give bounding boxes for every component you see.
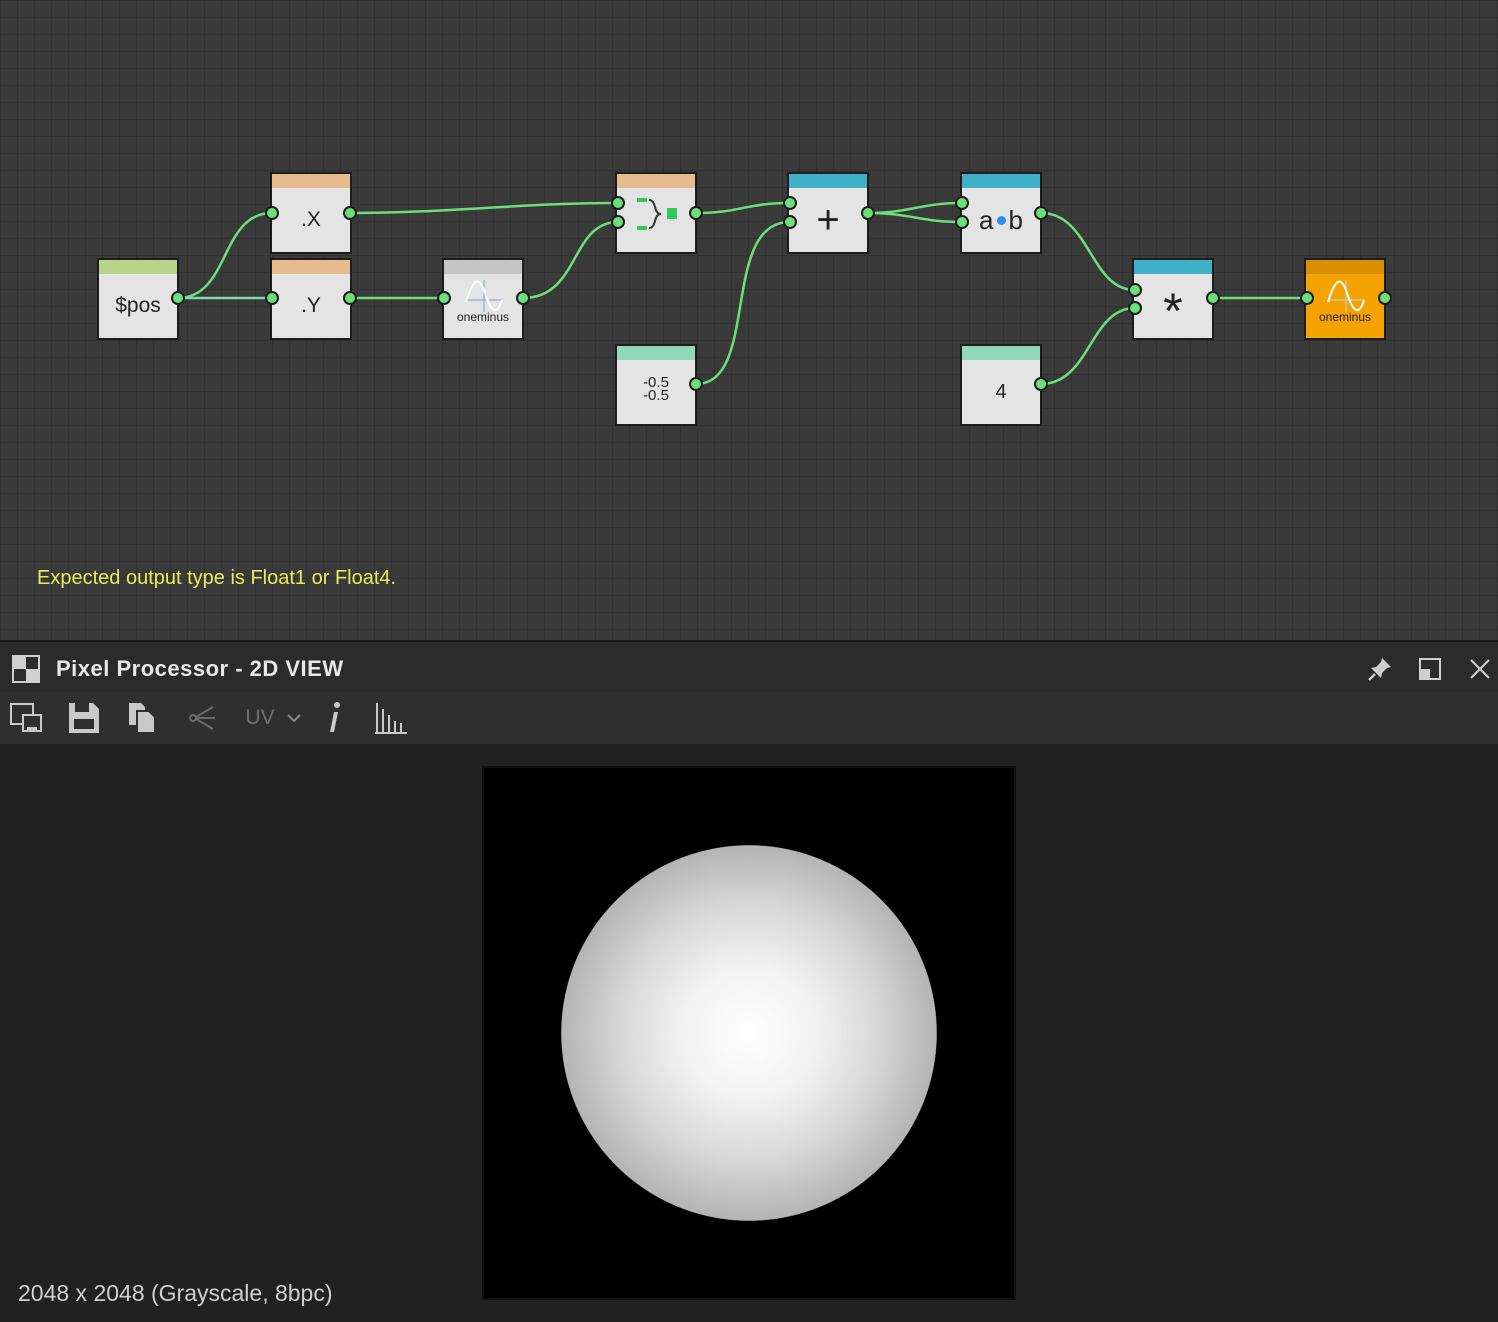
node-constant-vector[interactable]: -0.5 -0.5 bbox=[615, 344, 697, 426]
uv-label: UV bbox=[245, 706, 275, 729]
wire-oneminus-vector bbox=[522, 220, 619, 300]
port-y-in[interactable] bbox=[265, 291, 279, 305]
share-button[interactable] bbox=[184, 700, 220, 736]
preview-image[interactable] bbox=[482, 766, 1016, 1300]
port-add-out[interactable] bbox=[861, 206, 875, 220]
wire-pos-x bbox=[177, 211, 273, 300]
port-vector-in-2[interactable] bbox=[611, 215, 625, 229]
node-swizzle-x[interactable]: .X bbox=[270, 172, 352, 254]
node-header bbox=[272, 174, 350, 188]
node-header bbox=[962, 346, 1040, 360]
node-label: 4 bbox=[995, 380, 1007, 403]
port-add-in-1[interactable] bbox=[783, 196, 797, 210]
node-label: .Y bbox=[301, 294, 321, 317]
node-oneminus-1[interactable]: oneminus bbox=[442, 258, 524, 340]
chevron-down-icon bbox=[286, 714, 301, 723]
node-dot-product[interactable]: a b bbox=[960, 172, 1042, 254]
histogram-icon bbox=[375, 703, 407, 734]
port-four-out[interactable] bbox=[1034, 377, 1048, 391]
node-vector[interactable] bbox=[615, 172, 697, 254]
port-y-out[interactable] bbox=[343, 291, 357, 305]
vector-merge-icon bbox=[637, 198, 677, 230]
wire-four-mul bbox=[1040, 306, 1136, 386]
info-icon bbox=[330, 702, 340, 732]
wire-add-dot-b bbox=[867, 211, 963, 224]
wire-vector-add bbox=[695, 201, 791, 215]
copy-button[interactable] bbox=[124, 700, 160, 736]
node-label: .X bbox=[301, 208, 321, 231]
node-swizzle-y[interactable]: .Y bbox=[270, 258, 352, 340]
panel-header: Pixel Processor - 2D VIEW bbox=[0, 640, 1498, 692]
maximize-icon[interactable] bbox=[1418, 657, 1442, 681]
histogram-button[interactable] bbox=[372, 700, 408, 736]
pin-icon[interactable] bbox=[1366, 655, 1394, 683]
sine-curve-icon bbox=[465, 280, 503, 312]
info-button[interactable] bbox=[320, 700, 348, 736]
node-header bbox=[99, 260, 177, 274]
node-label: $pos bbox=[115, 294, 161, 317]
error-message: Expected output type is Float1 or Float4… bbox=[37, 567, 397, 589]
graph-wires bbox=[177, 201, 1307, 386]
node-label: oneminus bbox=[1318, 310, 1372, 324]
port-x-in[interactable] bbox=[265, 206, 279, 220]
dot-label-b: b bbox=[1008, 204, 1023, 235]
wire-add-dot-a bbox=[867, 201, 963, 215]
port-vector-in-1[interactable] bbox=[611, 196, 625, 210]
node-label: + bbox=[816, 197, 840, 242]
preview-mask bbox=[484, 768, 1014, 1298]
node-label: a b bbox=[962, 188, 1040, 252]
wire-dot-mul bbox=[1040, 211, 1136, 292]
close-icon[interactable] bbox=[1468, 657, 1492, 681]
viewer-toolbar: UV bbox=[0, 692, 1498, 744]
node-header bbox=[1306, 260, 1384, 274]
sine-curve-icon bbox=[1327, 280, 1365, 312]
node-header bbox=[272, 260, 350, 274]
port-dot-out[interactable] bbox=[1034, 206, 1048, 220]
port-pos-out[interactable] bbox=[171, 291, 185, 305]
panel-title: Pixel Processor - 2D VIEW bbox=[56, 656, 344, 681]
port-add-in-2[interactable] bbox=[783, 215, 797, 229]
node-oneminus-output[interactable]: oneminus bbox=[1304, 258, 1386, 340]
port-oneminus2-in[interactable] bbox=[1300, 291, 1314, 305]
constant-value-2: -0.5 bbox=[643, 387, 669, 404]
uv-dropdown[interactable]: UV bbox=[242, 700, 306, 736]
node-multiply[interactable]: * bbox=[1132, 258, 1214, 340]
wire-const-add bbox=[695, 220, 791, 386]
display-settings-button[interactable] bbox=[8, 700, 44, 736]
node-header bbox=[962, 174, 1040, 188]
copy-icon bbox=[129, 703, 156, 734]
dot-icon bbox=[996, 215, 1006, 225]
node-header bbox=[789, 174, 867, 188]
node-header bbox=[617, 346, 695, 360]
dot-label-a: a bbox=[979, 204, 994, 235]
port-mul-out[interactable] bbox=[1206, 291, 1220, 305]
wire-x-vector bbox=[349, 201, 619, 215]
port-oneminus1-in[interactable] bbox=[437, 291, 451, 305]
node-graph-canvas[interactable]: $pos .X .Y oneminus -0.5 -0.5 + a b 4 * … bbox=[0, 0, 1498, 640]
node-constant-4[interactable]: 4 bbox=[960, 344, 1042, 426]
node-header bbox=[1134, 260, 1212, 274]
node-add[interactable]: + bbox=[787, 172, 869, 254]
port-oneminus1-out[interactable] bbox=[516, 291, 530, 305]
port-oneminus2-out[interactable] bbox=[1378, 291, 1392, 305]
node-label: oneminus bbox=[456, 310, 510, 324]
port-const-out[interactable] bbox=[689, 377, 703, 391]
checker-icon bbox=[12, 655, 40, 683]
node-header bbox=[444, 260, 522, 274]
port-dot-in-1[interactable] bbox=[955, 196, 969, 210]
port-mul-in-2[interactable] bbox=[1128, 301, 1142, 315]
node-label: * bbox=[1163, 283, 1183, 339]
port-vector-out[interactable] bbox=[689, 206, 703, 220]
port-x-out[interactable] bbox=[343, 206, 357, 220]
port-mul-in-1[interactable] bbox=[1128, 283, 1142, 297]
monitor-icon bbox=[10, 703, 42, 732]
node-header bbox=[617, 174, 695, 188]
share-icon bbox=[189, 706, 215, 730]
image-info-status: 2048 x 2048 (Grayscale, 8bpc) bbox=[18, 1280, 333, 1306]
save-button[interactable] bbox=[66, 700, 102, 736]
save-icon bbox=[69, 703, 99, 733]
port-dot-in-2[interactable] bbox=[955, 215, 969, 229]
node-pos[interactable]: $pos bbox=[97, 258, 179, 340]
constant-values: -0.5 -0.5 bbox=[617, 375, 695, 404]
